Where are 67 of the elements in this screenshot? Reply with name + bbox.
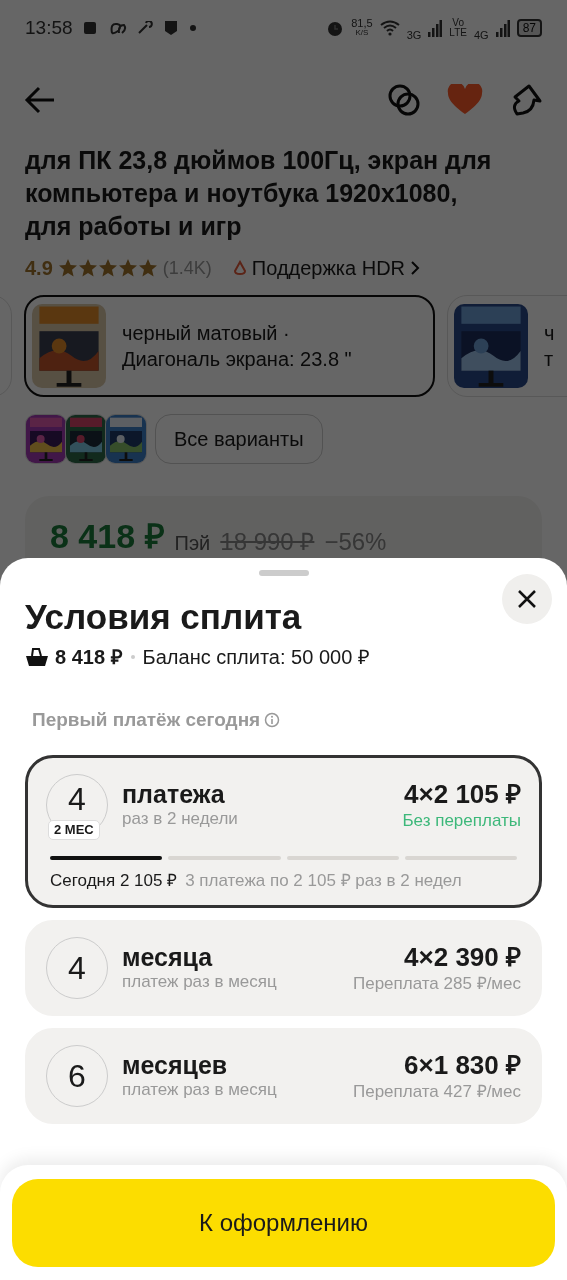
sheet-title: Условия сплита [25,596,302,638]
section-label: Первый платёж сегодня [32,708,261,732]
variant-label: т [544,347,555,372]
plan-note: Переплата 285 ₽/мес [353,973,521,995]
plan-note: Без переплаты [402,809,521,832]
basket-icon [25,647,49,667]
plan-amount: 4×2 105 ₽ [404,777,521,810]
network-speed: 81,5 K/S [351,18,373,38]
close-button[interactable] [502,574,552,624]
alarm-icon [326,19,345,37]
checkout-button[interactable]: К оформлению [12,1179,555,1267]
star-icon [137,258,158,278]
plan-note: Переплата 427 ₽/мес [353,1081,521,1103]
product-title: компьютера и ноутбука 1920x1080, [25,178,459,209]
variant-card[interactable]: черный матовый · Диагональ экрана: 23.8 " [24,295,435,397]
heart-icon[interactable] [447,84,483,116]
clock: 13:58 [25,15,73,40]
star-icon [97,258,118,278]
notification-icon [82,20,99,36]
feature-link[interactable]: Поддержка HDR [251,253,406,283]
all-variants-button[interactable]: Все варианты [155,414,323,464]
star-icon [57,258,78,278]
payment-schedule: 3 платежа по 2 105 ₽ раз в 2 недел [185,869,462,892]
info-icon[interactable] [264,712,281,729]
variant-label: Диагональ экрана: 23.8 " [122,347,352,372]
plan-subtitle: платеж раз в месяц [122,1079,278,1101]
plan-card[interactable]: 4 2 МЕС платежа раз в 2 недели 4×2 105 ₽ Без переплаты Сегодня 2 105 ₽ 3 платежа по 2 105 ₽ раз в 2 недел [25,754,542,908]
close-icon [517,589,537,609]
plan-card[interactable]: 6 месяцев платеж раз в месяц 6×1 830 ₽ Переплата 427 ₽/мес [25,1028,542,1124]
plan-subtitle: раз в 2 недели [122,807,239,830]
star-icon [117,258,138,278]
today-payment: Сегодня 2 105 ₽ [50,869,178,892]
network-type: 3G [406,27,422,43]
signal-icon [495,19,510,37]
rating: 4.9 [25,256,53,281]
back-icon[interactable] [24,85,56,115]
variant-label: черный матовый · [122,321,291,346]
compare-icon[interactable] [387,83,421,117]
plan-amount: 4×2 390 ₽ [404,941,521,973]
variant-label: ч [544,321,555,346]
plan-amount: 6×1 830 ₽ [404,1049,521,1081]
variant-card[interactable]: ч т [447,295,567,397]
drag-handle[interactable] [258,570,309,576]
signal-icon [428,19,443,37]
price: 8 418 ₽ [50,516,165,556]
plan-title: месяцев [122,1051,229,1079]
notification-icon [136,21,153,35]
volte-indicator: Vo LTE [449,18,467,38]
split-balance: Баланс сплита: 50 000 ₽ [142,645,370,670]
pay-label: Пэй [174,531,211,556]
star-icon [77,258,98,278]
plan-title: месяца [122,943,214,971]
plan-card[interactable]: 4 месяца платеж раз в месяц 4×2 390 ₽ Переплата 285 ₽/мес [25,920,542,1016]
plan-subtitle: платеж раз в месяц [122,971,278,993]
product-title: для ПК 23,8 дюймов 100Гц, экран для [25,145,493,176]
feature-icon [232,260,247,276]
chevron-icon [410,260,421,276]
battery-indicator: 87 [516,19,542,37]
network-type: 4G [473,27,489,43]
dot-icon [188,24,197,32]
order-total: 8 418 ₽ [55,645,123,670]
plan-title: платежа [122,779,226,808]
notification-icon [108,21,127,35]
shield-icon [162,20,179,36]
wifi-icon [379,20,400,36]
product-title: для работы и игр [25,211,243,242]
duration-badge: 2 МЕС [48,819,100,840]
